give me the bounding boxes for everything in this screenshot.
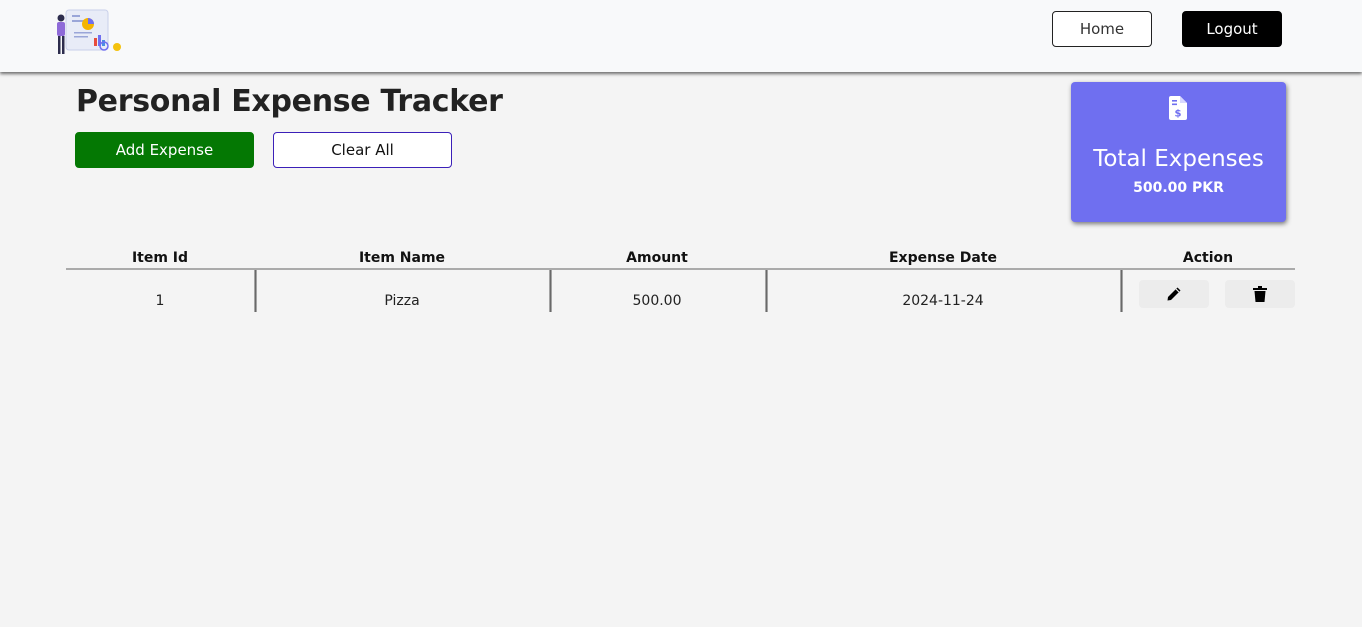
total-expenses-card: $ Total Expenses 500.00 PKR bbox=[1071, 82, 1286, 222]
column-divider bbox=[1120, 270, 1123, 312]
column-divider bbox=[549, 270, 552, 312]
pencil-icon bbox=[1167, 287, 1181, 301]
table-row: 1 Pizza 500.00 2024-11-24 bbox=[66, 270, 1295, 314]
edit-button[interactable] bbox=[1139, 280, 1209, 308]
total-expenses-value: 500.00 PKR bbox=[1133, 180, 1224, 196]
page-title: Personal Expense Tracker bbox=[76, 84, 503, 119]
svg-text:$: $ bbox=[1175, 109, 1182, 120]
navbar: Home Logout bbox=[0, 0, 1362, 72]
header-amount[interactable]: Amount bbox=[607, 250, 707, 266]
cell-item-name: Pizza bbox=[384, 293, 420, 309]
cell-item-id: 1 bbox=[155, 293, 165, 309]
clear-all-button[interactable]: Clear All bbox=[273, 132, 452, 168]
expense-illustration-logo-icon bbox=[57, 9, 121, 54]
column-divider bbox=[765, 270, 768, 312]
cell-amount: 500.00 bbox=[632, 293, 682, 309]
home-button[interactable]: Home bbox=[1052, 11, 1152, 47]
header-expense-date[interactable]: Expense Date bbox=[843, 250, 1043, 266]
header-item-id[interactable]: Item Id bbox=[110, 250, 210, 266]
logo[interactable] bbox=[52, 6, 124, 58]
logout-button[interactable]: Logout bbox=[1182, 11, 1282, 47]
total-expenses-label: Total Expenses bbox=[1093, 146, 1264, 172]
column-divider bbox=[254, 270, 257, 312]
delete-button[interactable] bbox=[1225, 280, 1295, 308]
cell-expense-date: 2024-11-24 bbox=[902, 293, 984, 309]
add-expense-button[interactable]: Add Expense bbox=[75, 132, 254, 168]
invoice-dollar-icon: $ bbox=[1169, 96, 1187, 120]
table-header: Item Id Item Name Amount Expense Date Ac… bbox=[66, 248, 1295, 270]
header-action: Action bbox=[1182, 250, 1234, 266]
expenses-table: Item Id Item Name Amount Expense Date Ac… bbox=[66, 248, 1295, 314]
header-item-name[interactable]: Item Name bbox=[302, 250, 502, 266]
trash-icon bbox=[1253, 286, 1267, 302]
